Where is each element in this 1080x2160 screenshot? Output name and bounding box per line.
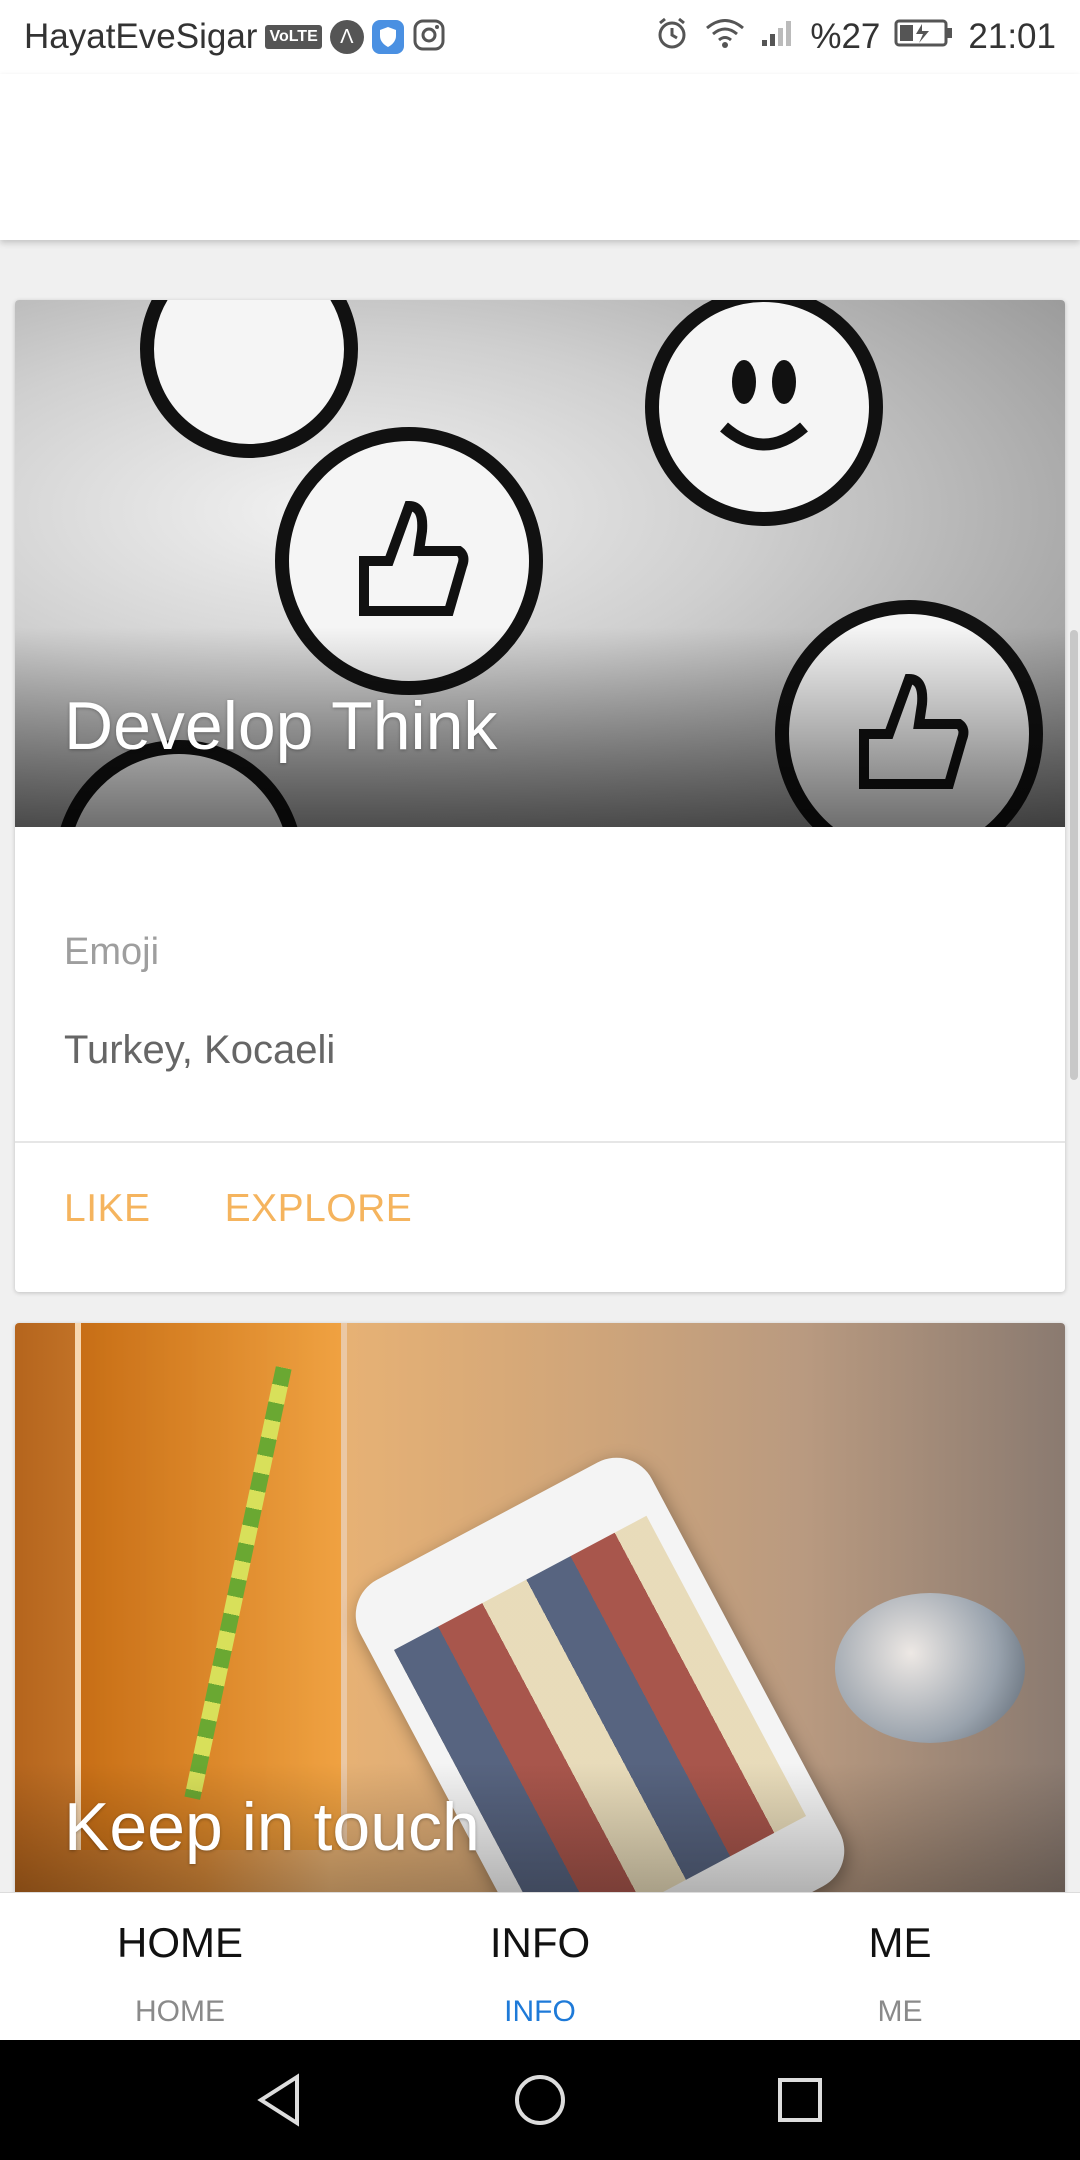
scrollbar[interactable] xyxy=(1070,630,1078,1080)
card-develop-think: Develop Think Emoji Turkey, Kocaeli LIKE… xyxy=(15,300,1065,1292)
battery-percent: %27 xyxy=(810,17,881,56)
nav-tab-info[interactable]: INFO INFO xyxy=(360,1893,720,2041)
like-button[interactable]: LIKE xyxy=(64,1175,151,1243)
card-actions: LIKE EXPLORE xyxy=(64,1175,412,1243)
signal-icon xyxy=(760,17,796,57)
wifi-icon xyxy=(704,16,746,59)
nav-tab-info-label: INFO xyxy=(504,1995,576,2028)
recents-icon[interactable] xyxy=(770,2070,830,2130)
smiley-badge-image xyxy=(645,300,883,526)
card-location-text: Turkey, Kocaeli xyxy=(64,1028,336,1072)
card-divider xyxy=(15,1141,1065,1143)
card-subtitle: Emoji xyxy=(64,931,160,973)
nav-tab-home[interactable]: HOME HOME xyxy=(0,1893,360,2041)
nav-tab-me-icon-text: ME xyxy=(868,1919,932,1966)
status-left: HayatEveSigar VoLTE Λ xyxy=(24,14,446,60)
nav-tab-info-icon-text: INFO xyxy=(489,1919,591,1966)
alarm-icon xyxy=(654,15,690,60)
card-image: Develop Think xyxy=(15,300,1065,827)
nav-tab-me-label: ME xyxy=(877,1995,923,2028)
explore-button[interactable]: EXPLORE xyxy=(225,1175,413,1243)
clock-time: 21:01 xyxy=(968,17,1056,56)
card-body: Emoji Turkey, Kocaeli xyxy=(15,931,1065,1073)
app-notification-icon: Λ xyxy=(329,20,364,54)
back-icon[interactable] xyxy=(250,2070,310,2130)
nav-tab-home-label: HOME xyxy=(135,1995,225,2028)
battery-icon xyxy=(894,17,954,57)
volte-icon: VoLTE xyxy=(265,25,322,49)
home-icon[interactable] xyxy=(510,2070,570,2130)
sunglasses-image xyxy=(835,1593,1025,1743)
nav-tab-home-icon-text: HOME xyxy=(117,1919,243,1966)
smiley-badge-image xyxy=(140,300,358,458)
bottom-navigation: HOME HOME INFO INFO ME ME xyxy=(0,1892,1080,2041)
card-title: Keep in touch xyxy=(64,1789,480,1865)
instagram-icon xyxy=(412,18,446,57)
nav-tab-me[interactable]: ME ME xyxy=(720,1893,1080,2041)
card-title: Develop Think xyxy=(64,688,498,764)
system-navigation-bar xyxy=(0,2040,1080,2160)
status-bar: HayatEveSigar VoLTE Λ %27 21:01 xyxy=(0,0,1080,74)
app-bar xyxy=(0,74,1080,240)
shield-icon xyxy=(371,20,404,54)
card-keep-in-touch: Keep in touch xyxy=(15,1323,1065,1892)
card-feed[interactable]: Develop Think Emoji Turkey, Kocaeli LIKE… xyxy=(0,240,1080,1892)
carrier-name: HayatEveSigar xyxy=(24,17,258,56)
status-right: %27 21:01 xyxy=(654,14,1056,60)
card-image: Keep in touch xyxy=(15,1323,1065,1892)
